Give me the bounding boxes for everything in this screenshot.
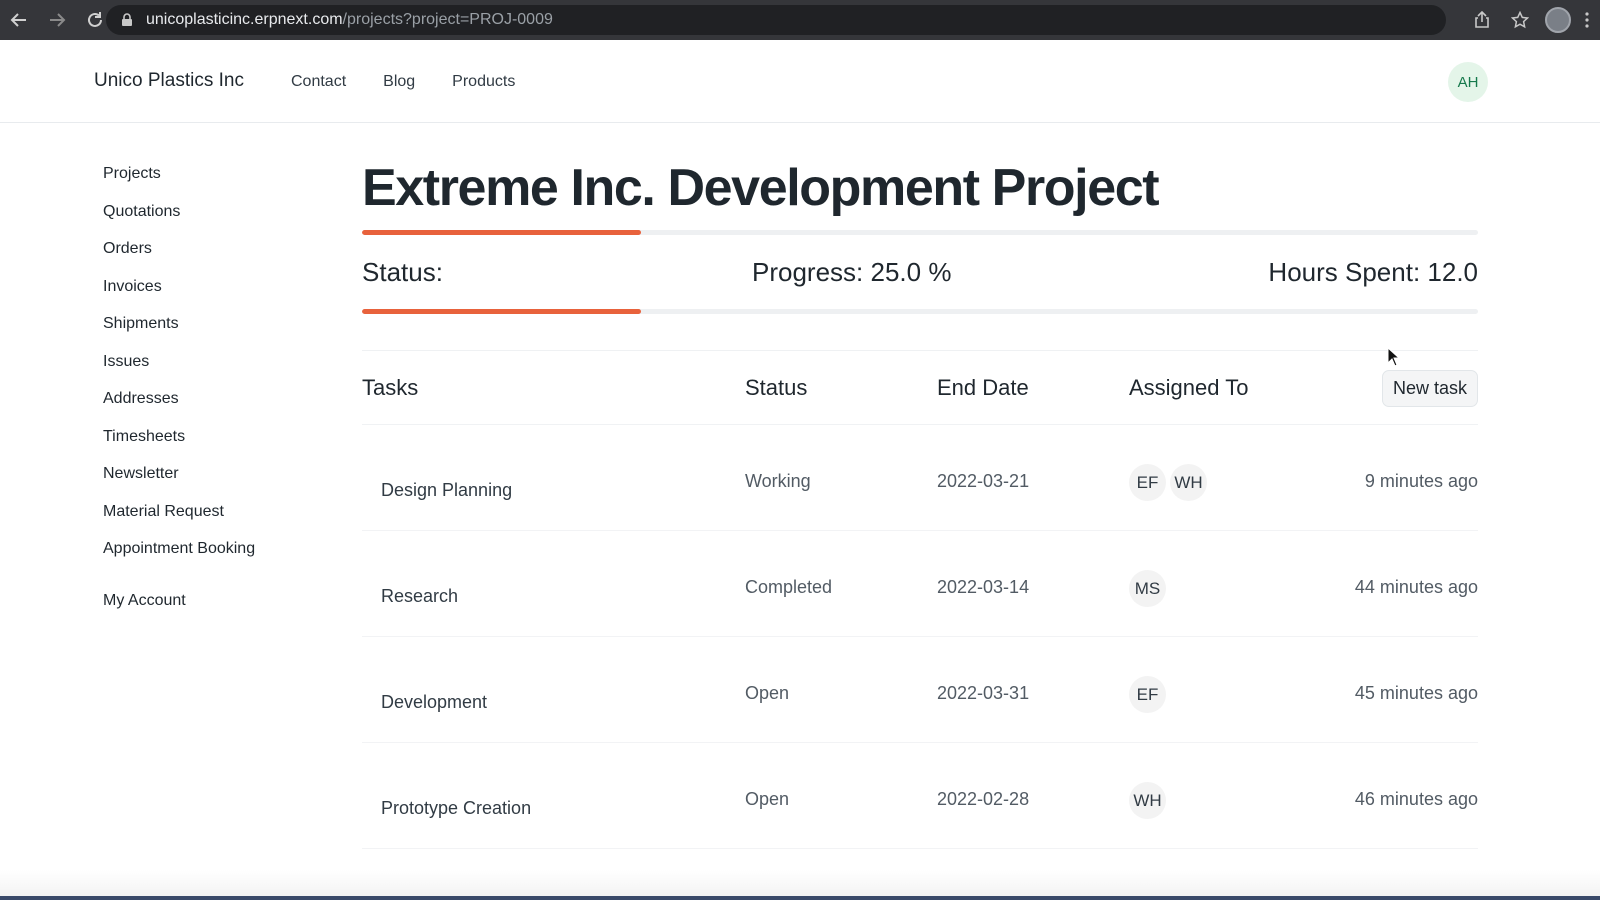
sidebar-item-projects[interactable]: Projects [103,164,255,202]
browser-actions [1466,0,1600,40]
bookmark-button[interactable] [1504,4,1536,36]
sidebar-item-appointment-booking[interactable]: Appointment Booking [103,539,255,577]
hours-spent-label: Hours Spent: 12.0 [1268,257,1478,287]
profile-avatar [1545,7,1571,33]
back-button[interactable] [0,0,38,40]
share-button[interactable] [1466,4,1498,36]
task-row[interactable]: Research Completed 2022-03-14 MS 44 minutes … [362,531,1478,637]
task-modified: 46 minutes ago [1354,789,1478,809]
user-avatar[interactable]: AH [1448,62,1488,102]
project-stats: Status: Progress: 25.0 % Hours Spent: 12… [362,235,1478,309]
col-assigned-to: Assigned To [1129,375,1249,400]
task-end-date: 2022-03-14 [937,577,1030,597]
sidebar-item-issues[interactable]: Issues [103,352,255,390]
sidebar-item-material-request[interactable]: Material Request [103,502,255,540]
top-nav: Contact Blog Products [291,73,515,91]
sidebar-item-orders[interactable]: Orders [103,239,255,277]
task-name[interactable]: Development [381,692,487,713]
task-modified: 9 minutes ago [1364,471,1478,491]
sidebar: Projects Quotations Orders Invoices Ship… [103,164,255,628]
mouse-cursor-icon [1387,347,1401,367]
sidebar-item-newsletter[interactable]: Newsletter [103,464,255,502]
task-end-date: 2022-03-31 [937,683,1030,703]
task-name[interactable]: Prototype Creation [381,798,531,819]
taskbar-strip [0,896,1600,900]
lock-icon [122,13,132,26]
task-assignees: EF [1129,676,1166,713]
task-status: Open [745,789,790,809]
arrow-left-icon [10,13,26,27]
sidebar-item-quotations[interactable]: Quotations [103,202,255,240]
url-host: unicoplasticinc.erpnext.com [146,11,343,28]
task-list: Design Planning Working 2022-03-21 EF WH 9 mi… [362,425,1478,849]
task-modified: 44 minutes ago [1354,577,1478,597]
progress-label: Progress: 25.0 % [752,257,952,287]
sidebar-item-timesheets[interactable]: Timesheets [103,427,255,465]
task-name[interactable]: Design Planning [381,480,512,501]
assignee-avatar: WH [1170,464,1207,501]
task-row[interactable]: Design Planning Working 2022-03-21 EF WH 9 mi… [362,425,1478,531]
task-row[interactable]: Development Open 2022-03-31 EF 45 minutes ag… [362,637,1478,743]
col-status: Status [745,375,808,400]
site-header: Unico Plastics Inc Contact Blog Products… [0,40,1600,123]
forward-button[interactable] [38,0,76,40]
nav-products[interactable]: Products [452,73,515,91]
brand-link[interactable]: Unico Plastics Inc [94,70,244,92]
task-end-date: 2022-02-28 [937,789,1030,809]
kebab-menu-icon [1585,12,1589,28]
task-assignees: WH [1129,782,1166,819]
reload-icon [88,12,102,27]
status-label: Status: [362,257,443,287]
task-end-date: 2022-03-21 [937,471,1030,491]
address-bar[interactable]: unicoplasticinc.erpnext.com/projects?pro… [106,5,1446,35]
task-status: Completed [745,577,833,597]
browser-menu-button[interactable] [1580,4,1594,36]
sidebar-item-invoices[interactable]: Invoices [103,277,255,315]
profile-button[interactable] [1542,4,1574,36]
tasks-header: Tasks Status End Date Assigned To New ta… [362,351,1478,425]
progress-bar-bottom [362,309,1478,314]
project-main: Extreme Inc. Development Project Status:… [362,155,1478,849]
star-icon [1511,11,1529,29]
task-status: Working [745,471,811,491]
browser-toolbar: unicoplasticinc.erpnext.com/projects?pro… [0,0,1600,40]
nav-contact[interactable]: Contact [291,73,346,91]
sidebar-item-my-account[interactable]: My Account [103,591,255,629]
col-tasks: Tasks [362,375,419,400]
sidebar-item-shipments[interactable]: Shipments [103,314,255,352]
task-name[interactable]: Research [381,586,458,607]
nav-blog[interactable]: Blog [383,73,415,91]
assignee-avatar: WH [1129,782,1166,819]
url-path: /projects?project=PROJ-0009 [342,11,553,28]
share-icon [1475,11,1489,28]
sidebar-item-addresses[interactable]: Addresses [103,389,255,427]
progress-bar-bottom-fill [362,309,641,314]
assignee-avatar: MS [1129,570,1166,607]
arrow-right-icon [50,13,66,27]
assignee-avatar: EF [1129,464,1166,501]
assignee-avatar: EF [1129,676,1166,713]
task-row[interactable]: Prototype Creation Open 2022-02-28 WH 46 min… [362,743,1478,849]
task-assignees: EF WH [1129,464,1207,501]
task-modified: 45 minutes ago [1354,683,1478,703]
col-end-date: End Date [937,375,1029,400]
new-task-button[interactable]: New task [1381,370,1478,407]
page-title: Extreme Inc. Development Project [362,159,1160,217]
task-status: Open [745,683,790,703]
task-assignees: MS [1129,570,1166,607]
